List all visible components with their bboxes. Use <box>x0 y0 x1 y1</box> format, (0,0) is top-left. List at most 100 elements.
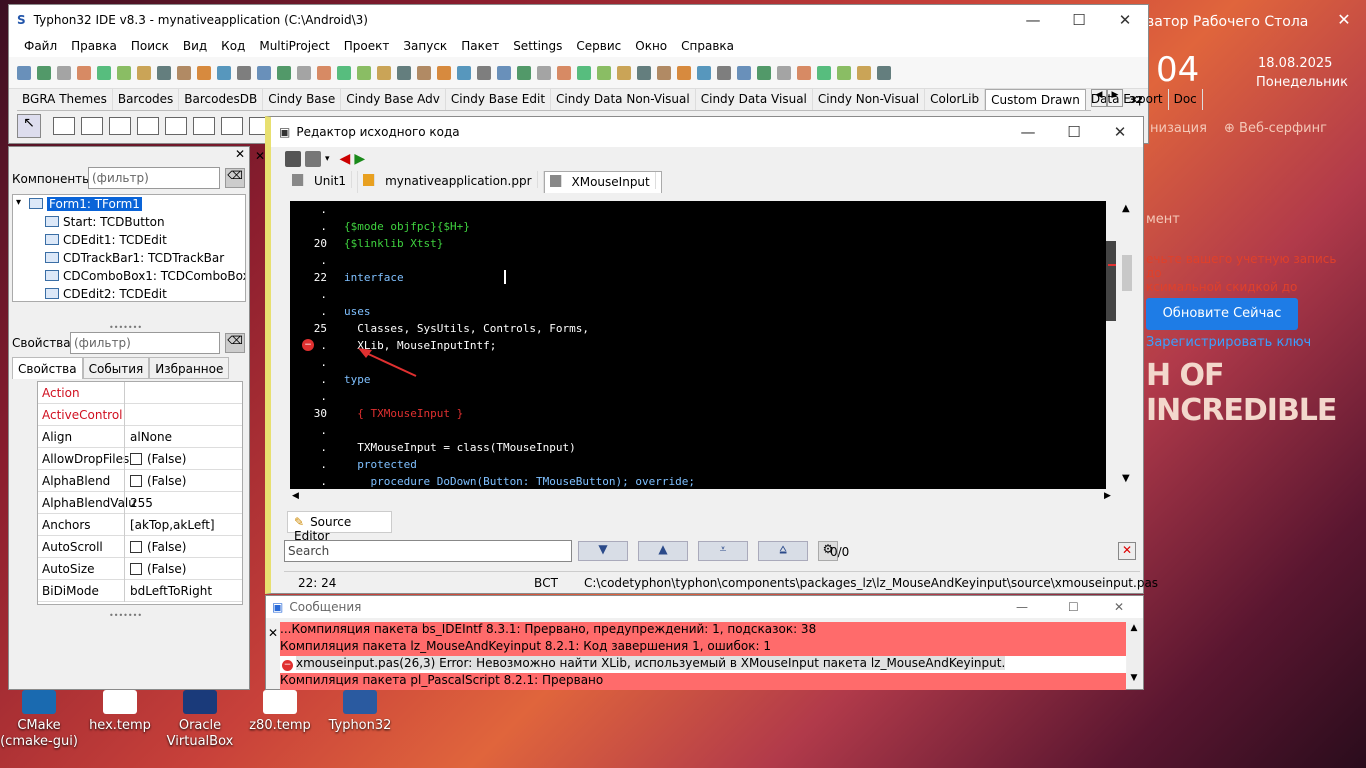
bg-link-optimize[interactable]: низация <box>1150 121 1207 136</box>
dropdown-icon[interactable]: ▾ <box>325 154 330 164</box>
messages-close-icon[interactable]: ✕ <box>1114 600 1124 614</box>
property-row[interactable]: Action <box>38 382 242 404</box>
menu-item[interactable]: Код <box>214 39 252 53</box>
component-icon[interactable] <box>137 117 159 135</box>
toolbar-button-icon[interactable] <box>517 65 531 80</box>
toolbar-button-icon[interactable] <box>317 65 331 80</box>
messages-maximize-icon[interactable]: ☐ <box>1068 600 1079 614</box>
close-icon[interactable]: ✕ <box>1102 5 1148 35</box>
code-line[interactable]: 25 Classes, SysUtils, Controls, Forms, <box>290 322 1106 339</box>
forward-arrow-icon[interactable]: ▶ <box>354 151 365 167</box>
property-value[interactable]: (False) <box>130 540 187 554</box>
checkbox[interactable] <box>130 541 142 553</box>
code-line[interactable]: . TXMouseInput = class(TMouseInput) <box>290 441 1106 458</box>
menu-item[interactable]: MultiProject <box>252 39 336 53</box>
component-icon[interactable] <box>109 117 131 135</box>
property-value[interactable]: (False) <box>130 562 187 576</box>
editor-minimize-icon[interactable]: — <box>1005 117 1051 147</box>
toolbar-button-icon[interactable] <box>217 65 231 80</box>
toolbar-button-icon[interactable] <box>537 65 551 80</box>
menu-item[interactable]: Справка <box>674 39 741 53</box>
toolbar-button-icon[interactable] <box>577 65 591 80</box>
hscroll-left-icon[interactable]: ◀ <box>292 491 299 501</box>
palette-scroll-left[interactable]: ◀ <box>1091 89 1107 107</box>
property-row[interactable]: Anchors [akTop,akLeft] <box>38 514 242 536</box>
inspector-close-icon[interactable]: ✕ <box>235 147 245 161</box>
property-row[interactable]: BiDiMode bdLeftToRight <box>38 580 242 602</box>
inspector-tab[interactable]: Свойства <box>12 357 83 379</box>
property-row[interactable]: AlphaBlendValu 255 <box>38 492 242 514</box>
editor-tab[interactable]: Unit1 <box>287 171 359 193</box>
toolbar-button-icon[interactable] <box>837 65 851 80</box>
menu-item[interactable]: Правка <box>64 39 124 53</box>
toolbar-button-icon[interactable] <box>657 65 671 80</box>
inspector-tab[interactable]: События <box>82 357 150 379</box>
toolbar-button-icon[interactable] <box>357 65 371 80</box>
toolbar-button-icon[interactable] <box>717 65 731 80</box>
vscroll-thumb[interactable] <box>1122 255 1132 291</box>
toolbar-button-icon[interactable] <box>637 65 651 80</box>
property-value[interactable]: (False) <box>130 452 187 466</box>
palette-tab[interactable]: Custom Drawn <box>985 89 1086 110</box>
code-line[interactable]: . {$mode objfpc}{$H+} <box>290 220 1106 237</box>
menu-item[interactable]: Окно <box>628 39 674 53</box>
toolbar-button-icon[interactable] <box>397 65 411 80</box>
code-line[interactable]: . <box>290 203 1106 220</box>
code-line[interactable]: 20 {$linklib Xtst} <box>290 237 1106 254</box>
tree-item[interactable]: Form1: TForm1 <box>29 197 142 214</box>
maximize-icon[interactable]: ☐ <box>1056 5 1102 35</box>
menu-item[interactable]: Вид <box>176 39 214 53</box>
code-line[interactable]: . <box>290 424 1106 441</box>
toolbar-button-icon[interactable] <box>777 65 791 80</box>
palette-tab[interactable]: Cindy Data Visual <box>696 89 813 110</box>
message-row[interactable]: Компиляция пакета lz_MouseAndKeyinput 8.… <box>280 639 1126 656</box>
toolbar-button-icon[interactable] <box>137 65 151 80</box>
toolbar-button-icon[interactable] <box>377 65 391 80</box>
toolbar-button-icon[interactable] <box>177 65 191 80</box>
messages-close-pane-icon[interactable]: ✕ <box>268 626 278 640</box>
toolbar-button-icon[interactable] <box>197 65 211 80</box>
splitter-bottom[interactable]: ••••••• <box>109 611 142 620</box>
code-line[interactable]: . protected <box>290 458 1106 475</box>
toolbar-button-icon[interactable] <box>277 65 291 80</box>
search-close-icon[interactable]: ✕ <box>1118 542 1136 560</box>
code-line[interactable]: . uses <box>290 305 1106 322</box>
component-icon[interactable] <box>53 117 75 135</box>
toolbar-button-icon[interactable] <box>857 65 871 80</box>
toolbar-button-icon[interactable] <box>157 65 171 80</box>
desktop-icon[interactable]: z80.temp <box>235 690 325 734</box>
tree-item[interactable]: Start: TCDButton <box>45 215 165 232</box>
desktop-icon[interactable]: hex.temp <box>75 690 165 734</box>
toolbar-button-icon[interactable] <box>617 65 631 80</box>
toolbar-button-icon[interactable] <box>17 65 31 80</box>
select-pointer-icon[interactable]: ↖ <box>17 114 41 138</box>
editor-close-tab-icon[interactable]: ✕ <box>255 149 265 163</box>
toolbar-button-icon[interactable] <box>417 65 431 80</box>
tree-item[interactable]: CDTrackBar1: TCDTrackBar <box>45 251 224 268</box>
property-value[interactable]: (False) <box>130 474 187 488</box>
props-filter-clear-icon[interactable]: ⌫ <box>225 333 245 353</box>
toolbar-button-icon[interactable] <box>57 65 71 80</box>
menu-item[interactable]: Проект <box>337 39 397 53</box>
menu-item[interactable]: Пакет <box>454 39 506 53</box>
toolbar-button-icon[interactable] <box>457 65 471 80</box>
checkbox[interactable] <box>130 563 142 575</box>
desktop-icon[interactable]: CMake (cmake-gui) <box>0 690 84 750</box>
filter-clear-icon[interactable]: ⌫ <box>225 168 245 188</box>
scroll-up-icon[interactable]: ▲ <box>1122 203 1130 214</box>
bg-link-web[interactable]: ⊕ Веб-серфинг <box>1224 121 1327 136</box>
desktop-icon[interactable]: Oracle VirtualBox <box>155 690 245 750</box>
find-first-icon[interactable]: ⩠ <box>758 541 808 561</box>
toolbar-button-icon[interactable] <box>297 65 311 80</box>
props-filter-input[interactable]: (фильтр) <box>70 332 220 354</box>
toolbar-button-icon[interactable] <box>677 65 691 80</box>
find-next-icon[interactable]: ▼ <box>578 541 628 561</box>
toolbar-button-icon[interactable] <box>77 65 91 80</box>
palette-tab[interactable]: Cindy Base Adv <box>341 89 446 110</box>
component-icon[interactable] <box>81 117 103 135</box>
code-line[interactable]: . <box>290 390 1106 407</box>
component-icon[interactable] <box>221 117 243 135</box>
bg-close-icon[interactable]: ✕ <box>1324 10 1364 29</box>
editor-tab[interactable]: mynativeapplication.ppr <box>358 171 544 193</box>
back-arrow-icon[interactable]: ◀ <box>340 151 351 167</box>
